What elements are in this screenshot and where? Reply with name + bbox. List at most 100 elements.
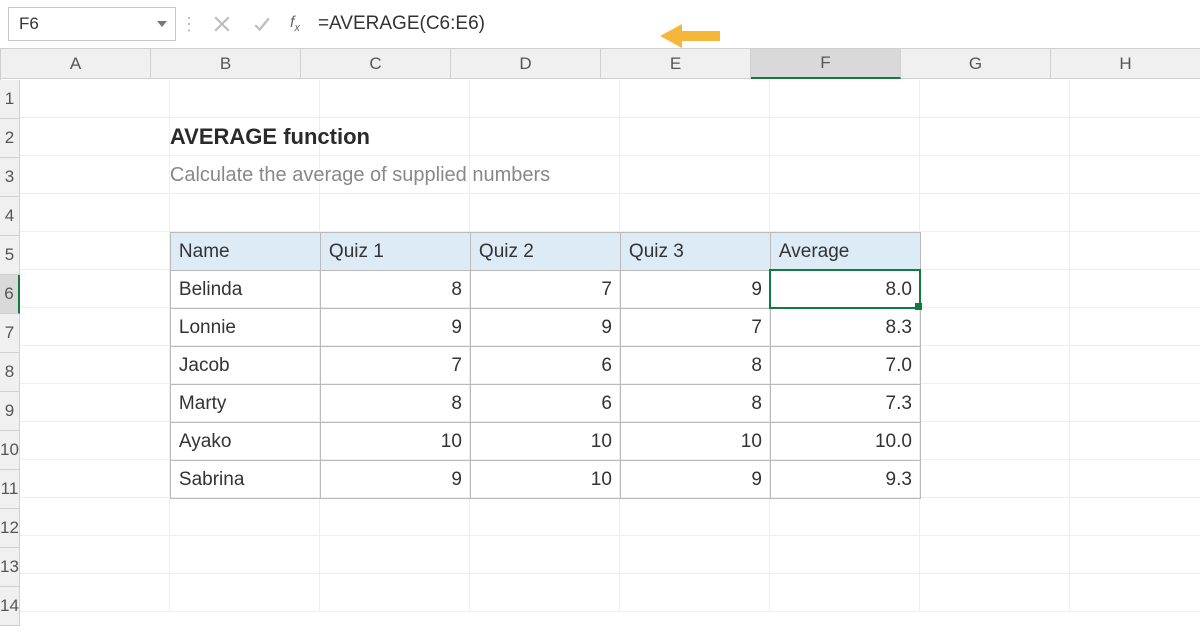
cell[interactable] <box>20 308 170 346</box>
cell[interactable] <box>470 80 620 118</box>
cell[interactable] <box>20 232 170 270</box>
row-header-14[interactable]: 14 <box>0 587 20 626</box>
table-cell[interactable]: 7 <box>470 271 620 309</box>
cell[interactable] <box>620 574 770 612</box>
table-cell[interactable]: 10 <box>320 423 470 461</box>
table-cell[interactable]: 8 <box>620 385 770 423</box>
column-header-B[interactable]: B <box>151 49 301 79</box>
table-cell[interactable]: Marty <box>170 385 320 423</box>
cell[interactable] <box>620 118 770 156</box>
cell[interactable] <box>620 80 770 118</box>
cell[interactable] <box>20 574 170 612</box>
cell[interactable] <box>1070 80 1200 118</box>
column-header-C[interactable]: C <box>301 49 451 79</box>
cell[interactable] <box>920 194 1070 232</box>
cell[interactable] <box>320 194 470 232</box>
table-cell[interactable]: 9.3 <box>770 461 920 499</box>
cell[interactable] <box>470 574 620 612</box>
cell[interactable] <box>1070 346 1200 384</box>
select-all-corner[interactable] <box>0 49 1 80</box>
table-cell[interactable]: 8 <box>320 385 470 423</box>
cell[interactable] <box>920 80 1070 118</box>
cell[interactable] <box>1070 308 1200 346</box>
table-header[interactable]: Quiz 3 <box>620 233 770 271</box>
row-header-13[interactable]: 13 <box>0 548 20 587</box>
row-header-3[interactable]: 3 <box>0 158 20 197</box>
cell[interactable] <box>920 460 1070 498</box>
cell[interactable] <box>320 498 470 536</box>
row-header-6[interactable]: 6 <box>0 275 20 314</box>
cell[interactable] <box>920 346 1070 384</box>
cell[interactable] <box>620 536 770 574</box>
cell[interactable] <box>470 536 620 574</box>
cell[interactable] <box>20 194 170 232</box>
cell[interactable] <box>770 80 920 118</box>
row-header-1[interactable]: 1 <box>0 80 20 119</box>
table-cell[interactable]: Sabrina <box>170 461 320 499</box>
row-header-8[interactable]: 8 <box>0 353 20 392</box>
cell[interactable] <box>1070 270 1200 308</box>
table-cell[interactable]: 8.0 <box>770 271 920 309</box>
cell[interactable] <box>620 194 770 232</box>
table-cell[interactable]: 10 <box>470 461 620 499</box>
column-header-G[interactable]: G <box>901 49 1051 79</box>
cell[interactable] <box>170 194 320 232</box>
table-header[interactable]: Name <box>170 233 320 271</box>
table-cell[interactable]: 7 <box>320 347 470 385</box>
insert-function-button[interactable]: fx <box>282 14 316 34</box>
cell[interactable] <box>1070 118 1200 156</box>
cell[interactable] <box>170 80 320 118</box>
cell[interactable] <box>920 574 1070 612</box>
cell[interactable] <box>1070 498 1200 536</box>
cell[interactable] <box>20 80 170 118</box>
cell[interactable] <box>1070 384 1200 422</box>
table-cell[interactable]: 9 <box>620 461 770 499</box>
table-cell[interactable]: Ayako <box>170 423 320 461</box>
table-cell[interactable]: 8 <box>320 271 470 309</box>
cell[interactable] <box>20 156 170 194</box>
table-header[interactable]: Average <box>770 233 920 271</box>
row-header-7[interactable]: 7 <box>0 314 20 353</box>
cell[interactable] <box>1070 232 1200 270</box>
cell[interactable] <box>170 498 320 536</box>
row-header-5[interactable]: 5 <box>0 236 20 275</box>
cell[interactable] <box>920 232 1070 270</box>
cell[interactable] <box>770 194 920 232</box>
cell[interactable] <box>920 536 1070 574</box>
cell[interactable] <box>20 384 170 422</box>
table-cell[interactable]: 9 <box>320 461 470 499</box>
cell[interactable] <box>770 574 920 612</box>
cell[interactable] <box>920 422 1070 460</box>
cancel-button[interactable] <box>202 4 242 44</box>
cell[interactable] <box>470 498 620 536</box>
cell[interactable] <box>620 498 770 536</box>
cell[interactable] <box>320 574 470 612</box>
cell[interactable] <box>20 118 170 156</box>
enter-button[interactable] <box>242 4 282 44</box>
cell[interactable] <box>1070 194 1200 232</box>
table-cell[interactable]: 9 <box>320 309 470 347</box>
cell[interactable] <box>770 156 920 194</box>
column-header-E[interactable]: E <box>601 49 751 79</box>
cell[interactable] <box>770 536 920 574</box>
cell[interactable] <box>320 80 470 118</box>
row-header-10[interactable]: 10 <box>0 431 20 470</box>
row-header-9[interactable]: 9 <box>0 392 20 431</box>
table-cell[interactable]: Lonnie <box>170 309 320 347</box>
cell[interactable] <box>770 118 920 156</box>
cell[interactable] <box>770 498 920 536</box>
cell[interactable] <box>1070 422 1200 460</box>
name-box[interactable]: F6 <box>8 7 176 41</box>
cell[interactable] <box>620 156 770 194</box>
cell[interactable] <box>920 156 1070 194</box>
table-cell[interactable]: 8.3 <box>770 309 920 347</box>
cell[interactable] <box>1070 156 1200 194</box>
cell[interactable] <box>920 498 1070 536</box>
cell[interactable] <box>920 118 1070 156</box>
cell-grid[interactable]: AVERAGE functionCalculate the average of… <box>20 80 1200 626</box>
cell[interactable] <box>920 308 1070 346</box>
table-header[interactable]: Quiz 2 <box>470 233 620 271</box>
table-cell[interactable]: 7 <box>620 309 770 347</box>
formula-input[interactable] <box>316 7 1200 41</box>
column-header-F[interactable]: F <box>751 49 901 79</box>
